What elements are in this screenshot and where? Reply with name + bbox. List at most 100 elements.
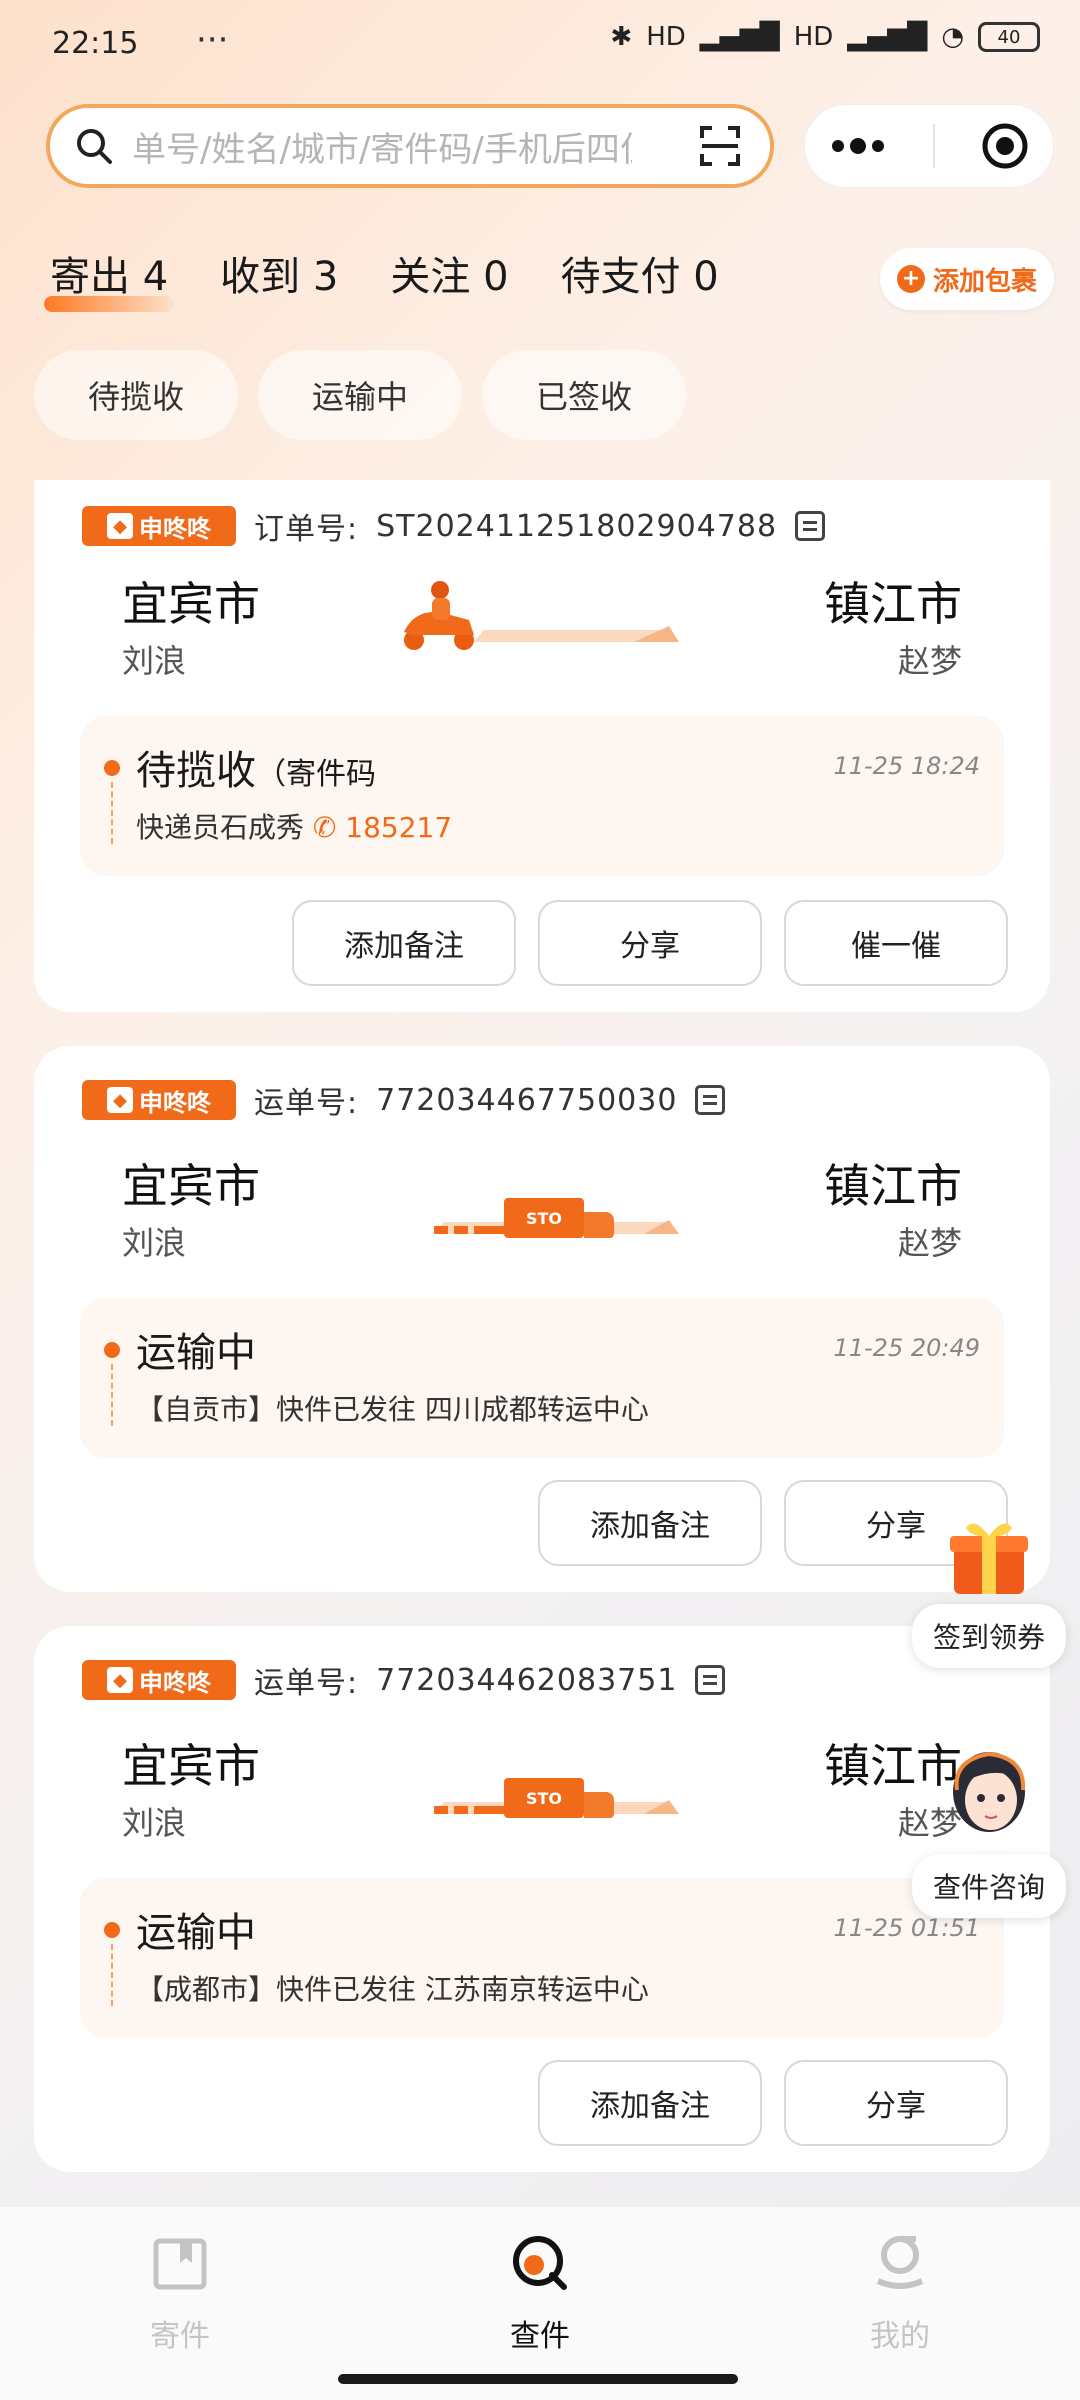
close-miniprogram-icon[interactable]: [980, 121, 1030, 171]
brand-tag: ◆ 申咚咚: [82, 1080, 236, 1120]
status-title: 待揽收（寄件码: [136, 738, 376, 796]
customer-service-avatar: [953, 1751, 1026, 1850]
from-person: 刘浪: [122, 1804, 187, 1842]
status-time: 22:15: [52, 26, 139, 61]
order-id-value: ST2024112518029047​88: [376, 508, 778, 544]
status-title: 运输中: [136, 1330, 256, 1376]
status-subtitle: 【成都市】快件已发往 江苏南京转运中心: [136, 1973, 649, 2006]
nav-send-label: 寄件: [150, 2319, 210, 2354]
nav-track[interactable]: 查件: [460, 2233, 620, 2355]
status-title-extra: （寄件码: [256, 757, 376, 792]
home-indicator[interactable]: [338, 2374, 738, 2384]
stat-pending-payment[interactable]: 待支付 0: [561, 244, 719, 302]
status-line: [111, 782, 113, 844]
status-subtitle: 快递员石成秀 ✆ 185217: [136, 806, 452, 846]
add-note-button[interactable]: 添加备注: [292, 900, 516, 986]
status-subtitle: 【自贡市】快件已发往 四川成都转运中心: [136, 1393, 649, 1426]
nav-send[interactable]: 寄件: [100, 2233, 260, 2355]
stat-received-count: 3: [312, 254, 339, 300]
from-city: 宜宾市: [122, 577, 260, 631]
checkin-coupon-widget[interactable]: 签到领券: [912, 1510, 1066, 1668]
sto-logo-icon: ◆: [107, 513, 133, 539]
stat-received[interactable]: 收到 3: [220, 244, 338, 302]
status-time: 11-25 01:51: [833, 1914, 980, 1942]
status-dot: [104, 760, 120, 776]
status-line: [111, 1944, 113, 2006]
phone-icon[interactable]: ✆: [313, 811, 336, 844]
capsule-divider: [932, 124, 935, 168]
nav-profile[interactable]: 我的: [820, 2233, 980, 2355]
truck-cab: [584, 1212, 614, 1238]
brand-name: 申咚咚: [139, 1088, 211, 1117]
tracking-consult-widget[interactable]: 查件咨询: [912, 1740, 1066, 1918]
truck-label: STO: [504, 1198, 584, 1238]
stat-pending-label: 待支付: [560, 254, 681, 300]
brand-tag: ◆ 申咚咚: [82, 1660, 236, 1700]
courier-phone[interactable]: 185217: [345, 811, 452, 844]
status-dot: [104, 1922, 120, 1938]
urge-button[interactable]: 催一催: [784, 900, 1008, 986]
to-person: 赵梦: [897, 1224, 962, 1262]
plus-icon: +: [896, 265, 925, 293]
waybill-label: 运单号:: [254, 1666, 359, 1701]
filter-tab-pending-pickup[interactable]: 待揽收: [34, 350, 238, 440]
waybill-value: 772034462083751: [376, 1662, 678, 1698]
status-time: 11-25 20:49: [833, 1334, 980, 1362]
card-header: ◆ 申咚咚 订单号: ST2024112518029047​88: [82, 504, 826, 548]
status-box[interactable]: 运输中 【成都市】快件已发往 江苏南京转运中心 11-25 01:51: [80, 1878, 1004, 2038]
stat-sent[interactable]: 寄出 4: [43, 244, 175, 312]
add-package-button[interactable]: + 添加包裹: [880, 248, 1054, 310]
waybill-value: 772034467750030: [376, 1082, 678, 1118]
battery-icon: 40: [978, 22, 1040, 52]
status-box[interactable]: 运输中 【自贡市】快件已发往 四川成都转运中心 11-25 20:49: [80, 1298, 1004, 1458]
more-options-icon[interactable]: [828, 136, 888, 156]
stat-pending-count: 0: [693, 254, 719, 300]
stat-received-label: 收到: [220, 254, 301, 300]
from-city: 宜宾市: [122, 1739, 260, 1793]
brand-name: 申咚咚: [139, 514, 211, 543]
search-q-icon: [513, 2236, 567, 2290]
add-note-button[interactable]: 添加备注: [538, 2060, 762, 2146]
wifi-icon: ◔: [941, 22, 964, 52]
signal-icon: ▂▄▆█: [699, 22, 780, 52]
stat-sent-count: 4: [142, 254, 169, 300]
status-bar: 22:15 ··· ✱ HD ▂▄▆█ HD ▂▄▆█ ◔ 40: [0, 0, 1080, 90]
status-box[interactable]: 待揽收（寄件码 快递员石成秀 ✆ 185217 11-25 18:24: [80, 716, 1004, 876]
filter-tab-delivered[interactable]: 已签收: [482, 350, 686, 440]
signal-1-label: HD: [646, 22, 686, 52]
stat-followed[interactable]: 关注 0: [390, 244, 508, 302]
to-city: 镇江市: [824, 1159, 962, 1213]
card-actions: 添加备注 分享: [538, 2060, 1008, 2146]
copy-icon[interactable]: [795, 511, 826, 541]
signal-2-label: HD: [793, 22, 834, 52]
shipment-card[interactable]: ◆ 申咚咚 运单号: 772034467750030 宜宾市 刘浪 镇江市 赵梦…: [34, 1046, 1050, 1592]
nav-track-label: 查件: [510, 2319, 570, 2354]
shipment-card[interactable]: ◆ 申咚咚 运单号: 772034462083751 宜宾市 刘浪 镇江市 赵梦…: [34, 1626, 1050, 2172]
to-city: 镇江市: [824, 577, 962, 631]
checkin-coupon-label: 签到领券: [912, 1604, 1066, 1668]
truck-cab: [584, 1792, 614, 1818]
bottom-navigation: 寄件 查件 我的: [0, 2206, 1080, 2400]
brand-tag: ◆ 申咚咚: [82, 506, 236, 546]
copy-icon[interactable]: [695, 1085, 726, 1115]
status-icons: ✱ HD ▂▄▆█ HD ▂▄▆█ ◔ 40: [610, 22, 1040, 52]
sto-logo-icon: ◆: [107, 1667, 133, 1693]
add-note-button[interactable]: 添加备注: [538, 1480, 762, 1566]
share-button[interactable]: 分享: [784, 2060, 1008, 2146]
add-package-label: 添加包裹: [932, 266, 1037, 297]
brand-name: 申咚咚: [139, 1668, 211, 1697]
filter-tab-in-transit[interactable]: 运输中: [258, 350, 462, 440]
share-button[interactable]: 分享: [538, 900, 762, 986]
shipment-card[interactable]: ◆ 申咚咚 订单号: ST2024112518029047​88 宜宾市 刘浪 …: [34, 480, 1050, 1012]
card-header: ◆ 申咚咚 运单号: 772034467750030: [82, 1078, 726, 1122]
search-input[interactable]: 单号/姓名/城市/寄件码/手机后四位: [132, 122, 632, 171]
tracking-consult-label: 查件咨询: [912, 1854, 1066, 1918]
card-actions: 添加备注 分享 催一催: [292, 900, 1008, 986]
order-id-label: 订单号:: [254, 512, 359, 547]
sto-logo-icon: ◆: [107, 1087, 133, 1113]
search-bar[interactable]: 单号/姓名/城市/寄件码/手机后四位: [46, 104, 774, 188]
from-person: 刘浪: [122, 642, 187, 680]
copy-icon[interactable]: [695, 1665, 726, 1695]
scan-icon[interactable]: [698, 124, 742, 168]
miniprogram-capsule: [804, 104, 1054, 188]
